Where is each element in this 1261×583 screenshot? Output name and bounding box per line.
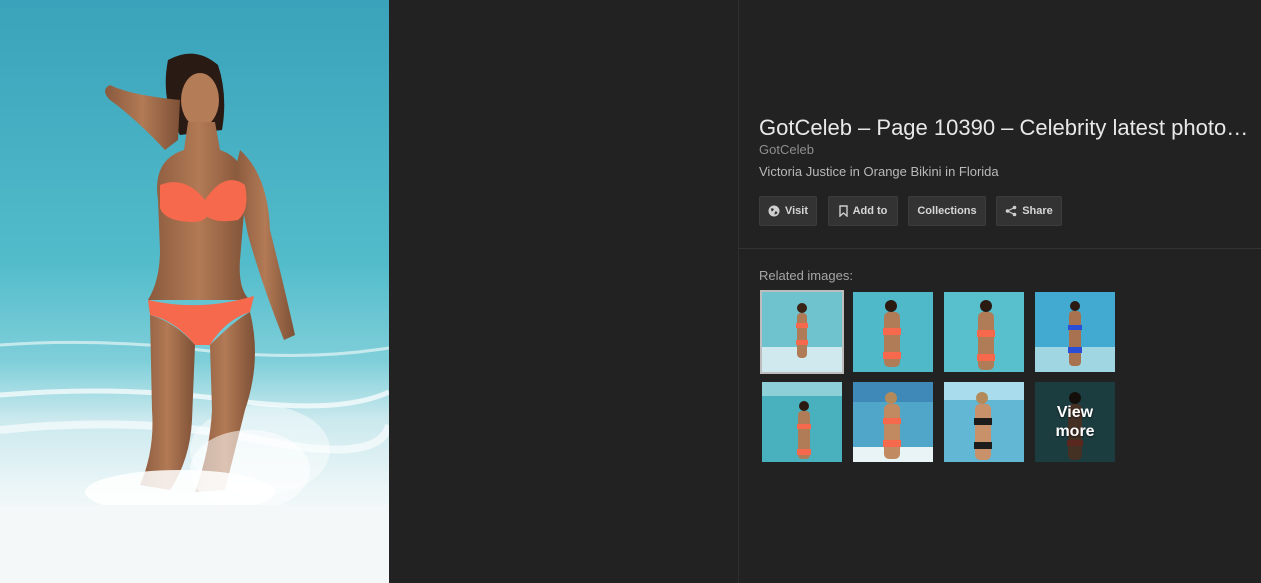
add-to-button[interactable]: Add to <box>828 196 898 226</box>
add-to-label: Add to <box>852 205 888 217</box>
main-image[interactable] <box>0 0 389 583</box>
view-more-line1: View <box>1056 404 1094 421</box>
collections-label: Collections <box>917 205 977 217</box>
collections-button[interactable]: Collections <box>908 196 986 226</box>
related-image-thumbnail[interactable] <box>853 382 933 462</box>
result-caption: Victoria Justice in Orange Bikini in Flo… <box>759 164 999 179</box>
share-label: Share <box>1022 205 1053 217</box>
related-image-thumbnail[interactable] <box>853 292 933 372</box>
related-image-thumbnail[interactable] <box>760 290 844 374</box>
result-source: GotCeleb <box>759 142 814 157</box>
view-more-tile[interactable]: View more <box>1035 382 1115 462</box>
image-viewer-panel: GotCeleb – Page 10390 – Celebrity latest… <box>0 0 1261 583</box>
visit-button[interactable]: Visit <box>759 196 817 226</box>
result-info: GotCeleb – Page 10390 – Celebrity latest… <box>759 114 1259 180</box>
bookmark-icon <box>838 205 848 217</box>
section-divider <box>739 248 1261 249</box>
share-icon <box>1005 205 1017 217</box>
globe-icon <box>768 205 780 217</box>
share-button[interactable]: Share <box>996 196 1062 226</box>
related-image-thumbnail[interactable] <box>944 382 1024 462</box>
beach-photo <box>0 0 389 583</box>
panel-divider <box>738 0 739 583</box>
related-image-thumbnail[interactable] <box>762 382 842 462</box>
view-more-label: View more <box>1035 382 1115 462</box>
related-image-thumbnail[interactable] <box>944 292 1024 372</box>
result-title[interactable]: GotCeleb – Page 10390 – Celebrity latest… <box>759 114 1251 142</box>
view-more-line2: more <box>1055 423 1095 440</box>
related-image-thumbnail[interactable] <box>1035 292 1115 372</box>
related-images-label: Related images: <box>759 268 853 283</box>
visit-label: Visit <box>784 205 809 217</box>
